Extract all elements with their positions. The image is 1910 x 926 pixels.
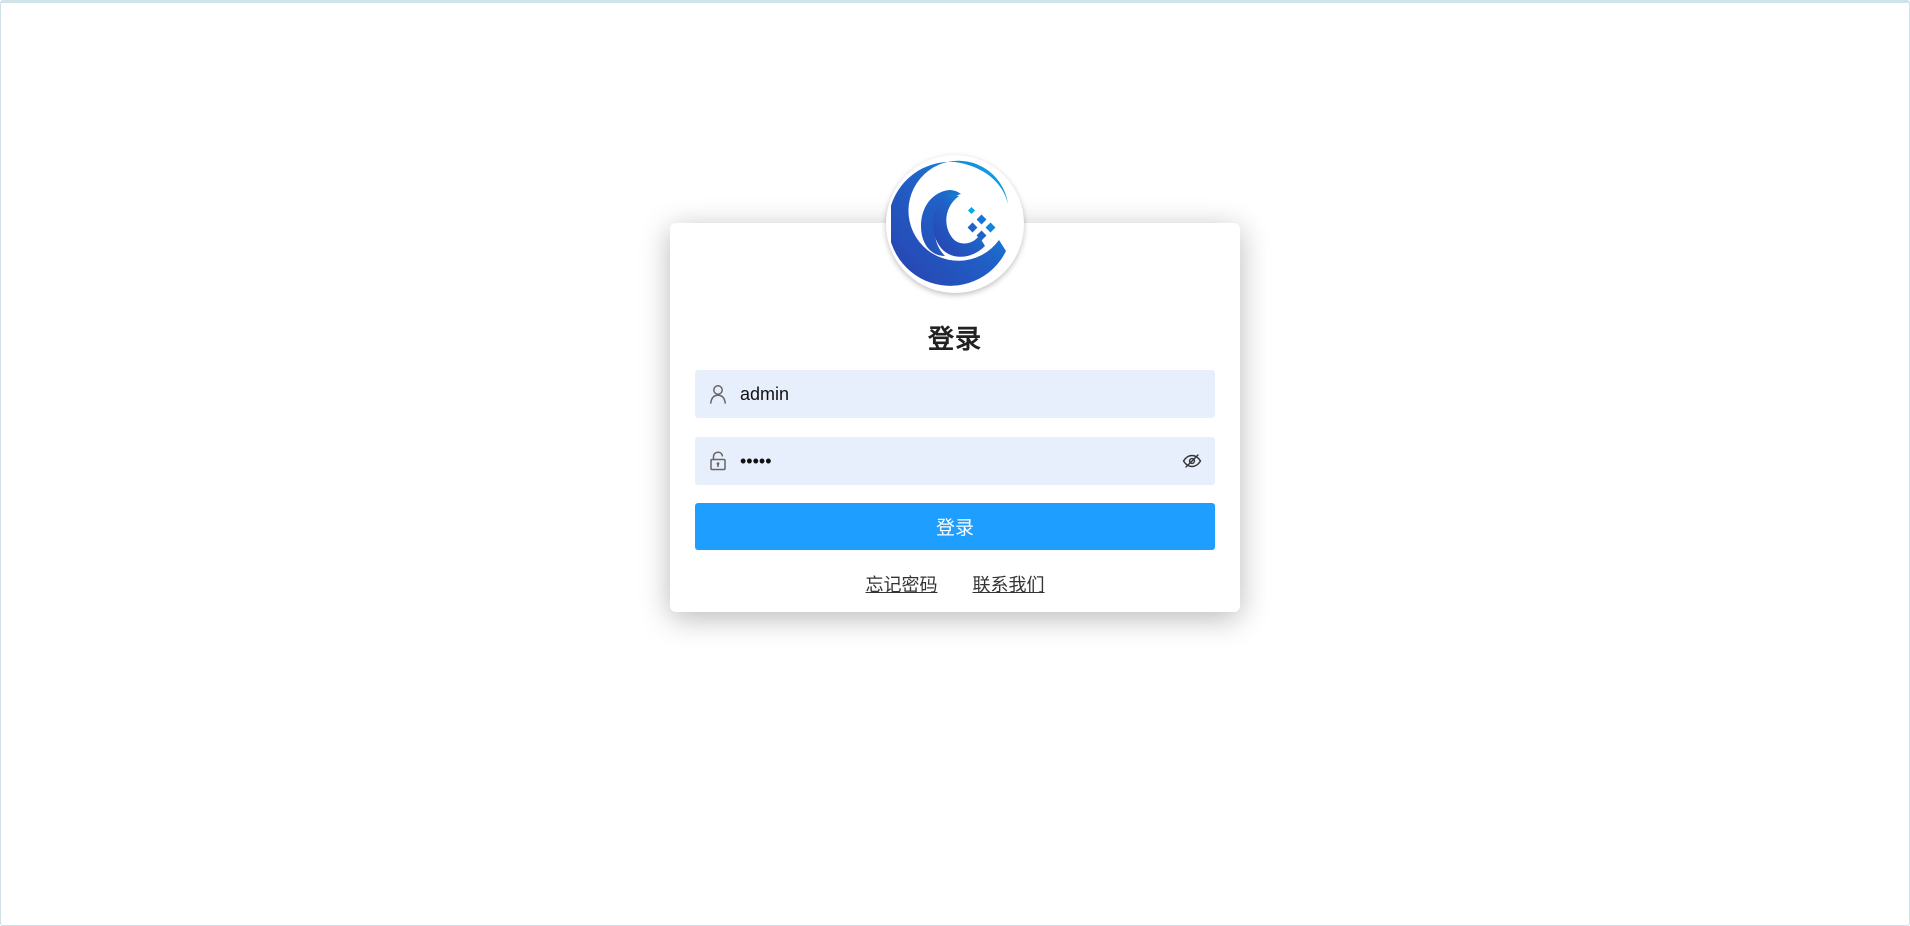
unlock-icon	[708, 451, 728, 471]
eye-off-icon[interactable]	[1181, 451, 1203, 471]
password-input[interactable]	[738, 440, 1181, 482]
logo-icon	[891, 160, 1008, 286]
contact-us-link[interactable]: 联系我们	[973, 575, 1045, 595]
username-field[interactable]	[695, 370, 1215, 418]
login-links: 忘记密码 联系我们	[670, 571, 1240, 597]
user-icon	[708, 384, 728, 404]
forgot-password-link[interactable]: 忘记密码	[865, 575, 937, 595]
username-input[interactable]	[738, 373, 1215, 415]
brand-logo	[886, 155, 1024, 293]
password-field[interactable]	[695, 437, 1215, 485]
login-button[interactable]: 登录	[695, 503, 1215, 550]
login-title: 登录	[927, 324, 982, 354]
